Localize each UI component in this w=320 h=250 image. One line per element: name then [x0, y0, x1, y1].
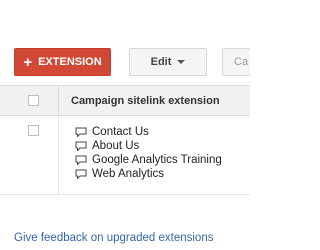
sitelink-text: Web Analytics — [92, 168, 165, 180]
sitelink-text: Contact Us — [92, 126, 149, 138]
sitelink-list: Contact Us About Us Google Analytics Tra… — [75, 125, 222, 181]
add-extension-button[interactable]: + EXTENSION — [14, 48, 111, 76]
speech-bubble-icon — [75, 127, 87, 137]
caret-down-icon — [177, 60, 186, 64]
truncated-button-label: Ca — [234, 56, 249, 68]
edit-dropdown-button[interactable]: Edit — [129, 48, 207, 76]
plus-icon: + — [23, 53, 33, 71]
table-header: Campaign sitelink extension — [0, 85, 250, 116]
page: + EXTENSION Edit Ca Campaign sitelink ex… — [0, 0, 250, 250]
column-divider — [58, 86, 59, 115]
row-checkbox[interactable] — [28, 125, 39, 136]
sitelink-text: Google Analytics Training — [92, 154, 222, 166]
select-all-checkbox[interactable] — [28, 95, 39, 106]
sitelink-table: Campaign sitelink extension Contact Us A… — [0, 85, 250, 195]
sitelink-item[interactable]: Contact Us — [75, 125, 222, 139]
column-divider — [58, 116, 59, 194]
sitelink-item[interactable]: Google Analytics Training — [75, 153, 222, 167]
edit-label: Edit — [150, 56, 172, 68]
table-row: Contact Us About Us Google Analytics Tra… — [0, 116, 250, 195]
sitelink-item[interactable]: About Us — [75, 139, 222, 153]
sitelink-item[interactable]: Web Analytics — [75, 167, 222, 181]
speech-bubble-icon — [75, 169, 87, 179]
feedback-link[interactable]: Give feedback on upgraded extensions — [14, 232, 213, 244]
add-extension-label: EXTENSION — [38, 56, 102, 68]
truncated-button[interactable]: Ca — [222, 48, 250, 76]
sitelink-text: About Us — [92, 140, 140, 152]
speech-bubble-icon — [75, 141, 87, 151]
toolbar: + EXTENSION Edit Ca — [0, 48, 250, 77]
speech-bubble-icon — [75, 155, 87, 165]
column-header-sitelink[interactable]: Campaign sitelink extension — [71, 95, 220, 107]
